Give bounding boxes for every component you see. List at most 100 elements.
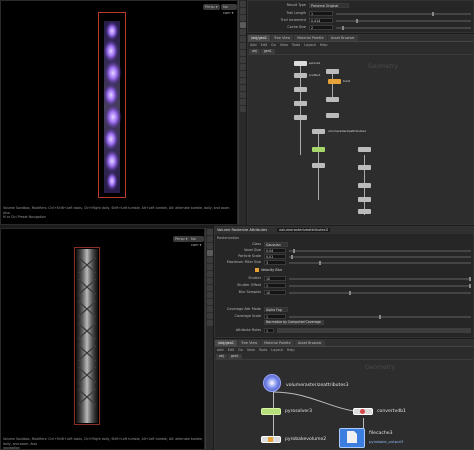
velocity-blur-toggle[interactable]: Velocity Blur (255, 268, 282, 272)
node-volumerasterize[interactable] (263, 374, 281, 392)
trail-increment-field[interactable]: 0.414 (309, 18, 333, 23)
points-icon[interactable] (240, 78, 246, 84)
trail-length-field[interactable]: 1 (309, 11, 333, 16)
move-tool-icon[interactable] (207, 236, 213, 242)
section-header[interactable]: Rasterization (217, 236, 239, 240)
template-icon[interactable] (240, 106, 246, 112)
coverage-scale-field[interactable]: 1 (264, 314, 286, 319)
tab-tree-view[interactable]: Tree View (270, 35, 294, 41)
menu-add[interactable]: Add (250, 43, 257, 47)
normals-icon[interactable] (207, 313, 213, 319)
menu-edit[interactable]: Edit (261, 43, 268, 47)
coverage-mode-menu[interactable]: Alpha Fog (264, 307, 288, 312)
max-filter-field[interactable]: 3 (264, 260, 286, 265)
points-icon[interactable] (207, 306, 213, 312)
node-out-b[interactable] (358, 197, 371, 202)
node-name-field[interactable]: volumerasterizeattributes3 (277, 228, 330, 232)
menu-view[interactable]: View (247, 348, 255, 352)
perspective-button[interactable]: Persp ▾ (173, 236, 190, 242)
shutter-field[interactable]: 10 (264, 276, 286, 281)
visibility-icon[interactable] (240, 99, 246, 105)
menu-go[interactable]: Go (238, 348, 243, 352)
bottom-network-editor[interactable]: /obj/geo1 Tree View Material Palette Asset … (214, 339, 474, 450)
snap-icon[interactable] (240, 29, 246, 35)
path-geo[interactable]: geo1 (260, 49, 275, 54)
perspective-button[interactable]: Persp ▾ (203, 4, 220, 10)
rotate-tool-icon[interactable] (207, 243, 213, 249)
result-type-menu[interactable]: Preserve Original (309, 3, 349, 8)
shutter-slider[interactable] (289, 277, 471, 281)
node-pyrobake[interactable] (358, 165, 371, 170)
node-convertvdb[interactable] (358, 147, 371, 152)
move-tool-icon[interactable] (240, 8, 246, 14)
light-icon[interactable] (240, 43, 246, 49)
node-filecache[interactable] (312, 163, 325, 168)
tab-asset-browser[interactable]: Asset Browser (294, 340, 325, 346)
node-sop-b[interactable] (326, 97, 339, 102)
menu-edit[interactable]: Edit (228, 348, 235, 352)
wireframe-icon[interactable] (207, 299, 213, 305)
tab-network[interactable]: /obj/geo1 (248, 35, 270, 41)
tab-network[interactable]: /obj/geo1 (215, 340, 237, 346)
camera-button[interactable]: No cam ▾ (189, 236, 204, 247)
scale-tool-icon[interactable] (207, 250, 213, 256)
blur-samples-slider[interactable] (289, 291, 471, 295)
path-obj[interactable]: obj (216, 354, 227, 359)
camera-icon[interactable] (240, 50, 246, 56)
cache-size-slider[interactable] (336, 26, 471, 30)
menu-add[interactable]: Add (217, 348, 224, 352)
path-geo[interactable]: geo1 (227, 354, 242, 359)
particle-scale-slider[interactable] (289, 255, 471, 259)
tab-material-palette[interactable]: Material Palette (294, 35, 327, 41)
path-obj[interactable]: obj (249, 49, 260, 54)
light-icon[interactable] (207, 271, 213, 277)
menu-tools[interactable]: Tools (292, 43, 300, 47)
menu-layout[interactable]: Layout (304, 43, 316, 47)
node-sop-a[interactable] (294, 101, 307, 106)
max-filter-slider[interactable] (289, 261, 471, 265)
top-viewport[interactable]: Persp ▾ No cam ▾ Volume Sandbox, Modifie (0, 0, 238, 225)
ghost-icon[interactable] (207, 320, 213, 326)
tab-tree-view[interactable]: Tree View (237, 340, 261, 346)
trail-increment-slider[interactable] (336, 19, 471, 23)
wireframe-icon[interactable] (240, 71, 246, 77)
shutter-offset-slider[interactable] (289, 284, 471, 288)
select-tool-icon[interactable] (240, 1, 246, 7)
shading-icon[interactable] (240, 64, 246, 70)
shading-icon[interactable] (207, 292, 213, 298)
node-sop-c[interactable] (294, 115, 307, 120)
menu-layout[interactable]: Layout (271, 348, 283, 352)
blur-samples-field[interactable]: 10 (264, 290, 286, 295)
menu-go[interactable]: Go (271, 43, 276, 47)
node-sphere[interactable] (294, 61, 307, 66)
menu-tools[interactable]: Tools (259, 348, 267, 352)
menu-view[interactable]: View (280, 43, 288, 47)
ghost-icon[interactable] (240, 92, 246, 98)
rotate-tool-icon[interactable] (240, 15, 246, 21)
display-icon[interactable] (207, 285, 213, 291)
normalize-coverage-button[interactable]: Normalize by Computed Coverage (264, 320, 324, 325)
node-pyrosolver[interactable] (261, 408, 281, 415)
voxel-size-slider[interactable] (289, 249, 471, 253)
coverage-scale-slider[interactable] (289, 315, 471, 319)
camera-icon[interactable] (207, 278, 213, 284)
node-trail[interactable] (328, 79, 341, 84)
cache-size-field[interactable]: 2 (309, 25, 333, 30)
node-out-c[interactable] (358, 209, 371, 214)
bottom-viewport[interactable]: Persp ▾ No cam ▾ Volume Sandbox, Modifie… (0, 228, 205, 450)
camera-button[interactable]: No cam ▾ (221, 4, 237, 15)
attribute-rules-field[interactable]: 1 (264, 328, 274, 333)
display-icon[interactable] (240, 57, 246, 63)
select-tool-icon[interactable] (207, 229, 213, 235)
node-out-a[interactable] (358, 183, 371, 188)
node-pointvelocity[interactable] (294, 87, 307, 92)
node-attribnoise[interactable] (326, 69, 339, 74)
grid-icon[interactable] (240, 36, 246, 42)
node-rasterize[interactable] (312, 129, 325, 134)
trail-length-slider[interactable] (336, 12, 471, 16)
node-pyrosolver[interactable] (312, 147, 325, 152)
top-network-editor[interactable]: /obj/geo1 Tree View Material Palette Asset … (247, 34, 474, 225)
menu-help[interactable]: Help (320, 43, 328, 47)
grid-icon[interactable] (207, 264, 213, 270)
tab-material-palette[interactable]: Material Palette (261, 340, 294, 346)
